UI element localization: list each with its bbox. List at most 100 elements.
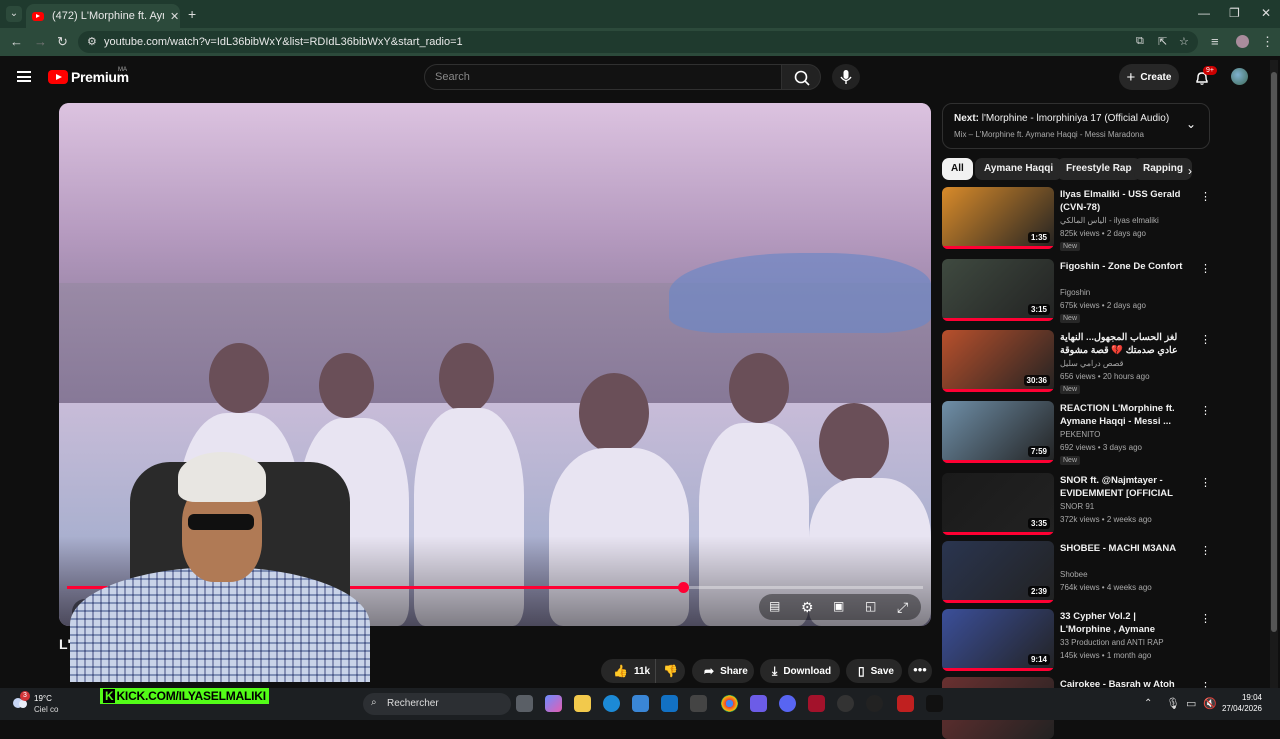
outlook-icon[interactable] (661, 695, 678, 712)
window-close-button[interactable]: ✕ (1261, 6, 1271, 20)
site-info-icon[interactable]: ⚙ (87, 35, 97, 48)
recommendation-item[interactable]: 3:15 Figoshin - Zone De Confort Figoshin 67… (942, 259, 1211, 323)
recommendation-item[interactable]: 1:35 Ilyas Elmaliki - USS Gerald (CVN-78)… (942, 187, 1211, 251)
media-control-icon[interactable]: ≡ (1211, 34, 1219, 49)
youtube-logo-icon[interactable] (48, 70, 68, 84)
browser-menu-icon[interactable]: ⋮ (1261, 34, 1274, 50)
video-thumbnail[interactable]: 3:15 (942, 259, 1054, 321)
back-icon[interactable]: ← (10, 34, 23, 49)
dislike-button[interactable]: 👎 (655, 659, 685, 683)
channel-name[interactable]: Shobee (1060, 570, 1088, 579)
recommendation-title[interactable]: REACTION L'Morphine ft. Aymane Haqqi - M… (1060, 402, 1188, 428)
task-view-icon[interactable] (516, 695, 533, 712)
recommendation-title[interactable]: 33 Cypher Vol.2 | L'Morphine , Aymane HA… (1060, 610, 1188, 636)
channel-name[interactable]: PEKENITO (1060, 430, 1100, 439)
chip-all[interactable]: All (942, 158, 973, 180)
more-options-icon[interactable]: ⋮ (1200, 333, 1211, 346)
chevron-down-icon[interactable]: ⌄ (1186, 117, 1196, 131)
chrome-icon[interactable] (721, 695, 738, 712)
channel-name[interactable]: SNOR 91 (1060, 502, 1094, 511)
channel-name[interactable]: Figoshin (1060, 288, 1090, 297)
account-avatar[interactable] (1231, 68, 1248, 85)
recommendation-title[interactable]: Figoshin - Zone De Confort (1060, 260, 1188, 273)
playlist-next-up[interactable]: Next: l'Morphine - lmorphiniya 17 (Offic… (942, 103, 1210, 149)
app-icon[interactable] (690, 695, 707, 712)
browser-tab-active[interactable]: (472) L'Morphine ft. Aymane Ha... ✕ (26, 4, 180, 28)
more-options-icon[interactable]: ⋮ (1200, 476, 1211, 489)
profile-avatar[interactable] (1236, 35, 1249, 48)
recommendation-title[interactable]: SNOR ft. @Najmtayer - EVIDEMMENT [OFFICI… (1060, 474, 1188, 500)
like-button[interactable]: 👍 11k (601, 659, 655, 683)
video-thumbnail[interactable]: 9:14 (942, 609, 1054, 671)
discord-icon[interactable] (779, 695, 796, 712)
chip-aymane-haqqi[interactable]: Aymane Haqqi (975, 158, 1063, 180)
app-icon[interactable] (897, 695, 914, 712)
microphone-icon[interactable]: 🎙 (1166, 697, 1180, 710)
chevron-right-icon[interactable]: › (1188, 164, 1192, 178)
tab-close-icon[interactable]: ✕ (170, 10, 179, 23)
more-options-icon[interactable]: ⋮ (1200, 544, 1211, 557)
tray-chevron-icon[interactable]: ⌃ (1144, 698, 1152, 709)
video-thumbnail[interactable]: 2:39 (942, 541, 1054, 603)
store-icon[interactable] (632, 695, 649, 712)
fullscreen-icon[interactable]: ⤢ (897, 599, 908, 616)
recommendation-item[interactable]: 7:59 REACTION L'Morphine ft. Aymane Haqqi… (942, 401, 1211, 465)
video-thumbnail[interactable]: 30:36 (942, 330, 1054, 392)
subtitles-icon[interactable]: ▤ (769, 599, 780, 613)
settings-gear-icon[interactable]: ⚙ (801, 599, 814, 616)
channel-name[interactable]: الياس المالكي - ilyas elmaliki (1060, 216, 1159, 225)
reload-icon[interactable]: ↻ (57, 34, 68, 50)
video-thumbnail[interactable]: 3:35 (942, 473, 1054, 535)
search-input[interactable]: Search (424, 64, 782, 90)
download-button[interactable]: ⤓ Download (760, 659, 840, 683)
volume-icon[interactable]: 🔇 (1203, 697, 1217, 710)
maximize-button[interactable]: ❐ (1229, 6, 1240, 20)
edge-icon[interactable] (603, 695, 620, 712)
install-icon[interactable]: ⇱ (1158, 35, 1167, 48)
translate-icon[interactable]: ⧉ (1136, 35, 1144, 48)
cast-icon[interactable]: ◱ (865, 599, 876, 613)
new-tab-button[interactable]: + (188, 6, 196, 22)
forward-icon[interactable]: → (34, 34, 47, 49)
more-options-icon[interactable]: ⋮ (1200, 612, 1211, 625)
system-clock[interactable]: 19:04 27/04/2026 (1218, 693, 1262, 713)
recommendation-item[interactable]: 3:35 SNOR ft. @Najmtayer - EVIDEMMENT [OF… (942, 473, 1211, 535)
bookmark-star-icon[interactable]: ☆ (1179, 35, 1189, 48)
tab-search-button[interactable]: ⌄ (6, 6, 22, 22)
create-button[interactable]: + Create (1119, 64, 1179, 90)
share-button[interactable]: ➦ Share (692, 659, 754, 683)
app-icon[interactable] (866, 695, 883, 712)
gaming-icon[interactable] (750, 695, 767, 712)
app-icon[interactable] (926, 695, 943, 712)
minimize-button[interactable]: — (1198, 6, 1210, 20)
recommendation-title[interactable]: لغز الحساب المجهول... النهاية عادي صدمتك… (1060, 331, 1188, 357)
hamburger-menu-icon[interactable] (17, 71, 31, 82)
copilot-icon[interactable] (545, 695, 562, 712)
recommendation-title[interactable]: Ilyas Elmaliki - USS Gerald (CVN-78) (1060, 188, 1188, 214)
acrobat-icon[interactable] (808, 695, 825, 712)
channel-name[interactable]: قصص درامي سليل (1060, 359, 1123, 368)
obs-icon[interactable] (837, 695, 854, 712)
video-thumbnail[interactable]: 7:59 (942, 401, 1054, 463)
scrollbar-thumb[interactable] (1271, 72, 1277, 632)
more-options-icon[interactable]: ⋮ (1200, 190, 1211, 203)
more-options-icon[interactable]: ⋮ (1200, 262, 1211, 275)
recommendation-item[interactable]: 2:39 SHOBEE - MACHI M3ANA Shobee 764k views… (942, 541, 1211, 603)
network-icon[interactable]: ▭ (1186, 697, 1196, 710)
recommendation-item[interactable]: 9:14 33 Cypher Vol.2 | L'Morphine , Ayman… (942, 609, 1211, 671)
taskbar-search[interactable]: Rechercher (363, 693, 511, 715)
recommendation-title[interactable]: SHOBEE - MACHI M3ANA (1060, 542, 1188, 555)
more-options-icon[interactable]: ⋮ (1200, 404, 1211, 417)
search-button[interactable] (781, 64, 821, 90)
channel-name[interactable]: 33 Production and ANTI RAP (1060, 638, 1164, 647)
video-thumbnail[interactable]: 1:35 (942, 187, 1054, 249)
chip-rapping[interactable]: Rapping (1134, 158, 1192, 180)
file-explorer-icon[interactable] (574, 695, 591, 712)
miniplayer-icon[interactable]: ▣ (833, 599, 844, 613)
url-field[interactable]: ⚙ youtube.com/watch?v=IdL36bibWxY&list=R… (78, 31, 1198, 53)
chip-freestyle-rap[interactable]: Freestyle Rap (1057, 158, 1141, 180)
more-actions-button[interactable]: ••• (908, 659, 932, 683)
recommendation-item[interactable]: 30:36 لغز الحساب المجهول... النهاية عادي … (942, 330, 1211, 394)
save-button[interactable]: ▯ Save (846, 659, 902, 683)
voice-search-button[interactable] (832, 64, 860, 90)
